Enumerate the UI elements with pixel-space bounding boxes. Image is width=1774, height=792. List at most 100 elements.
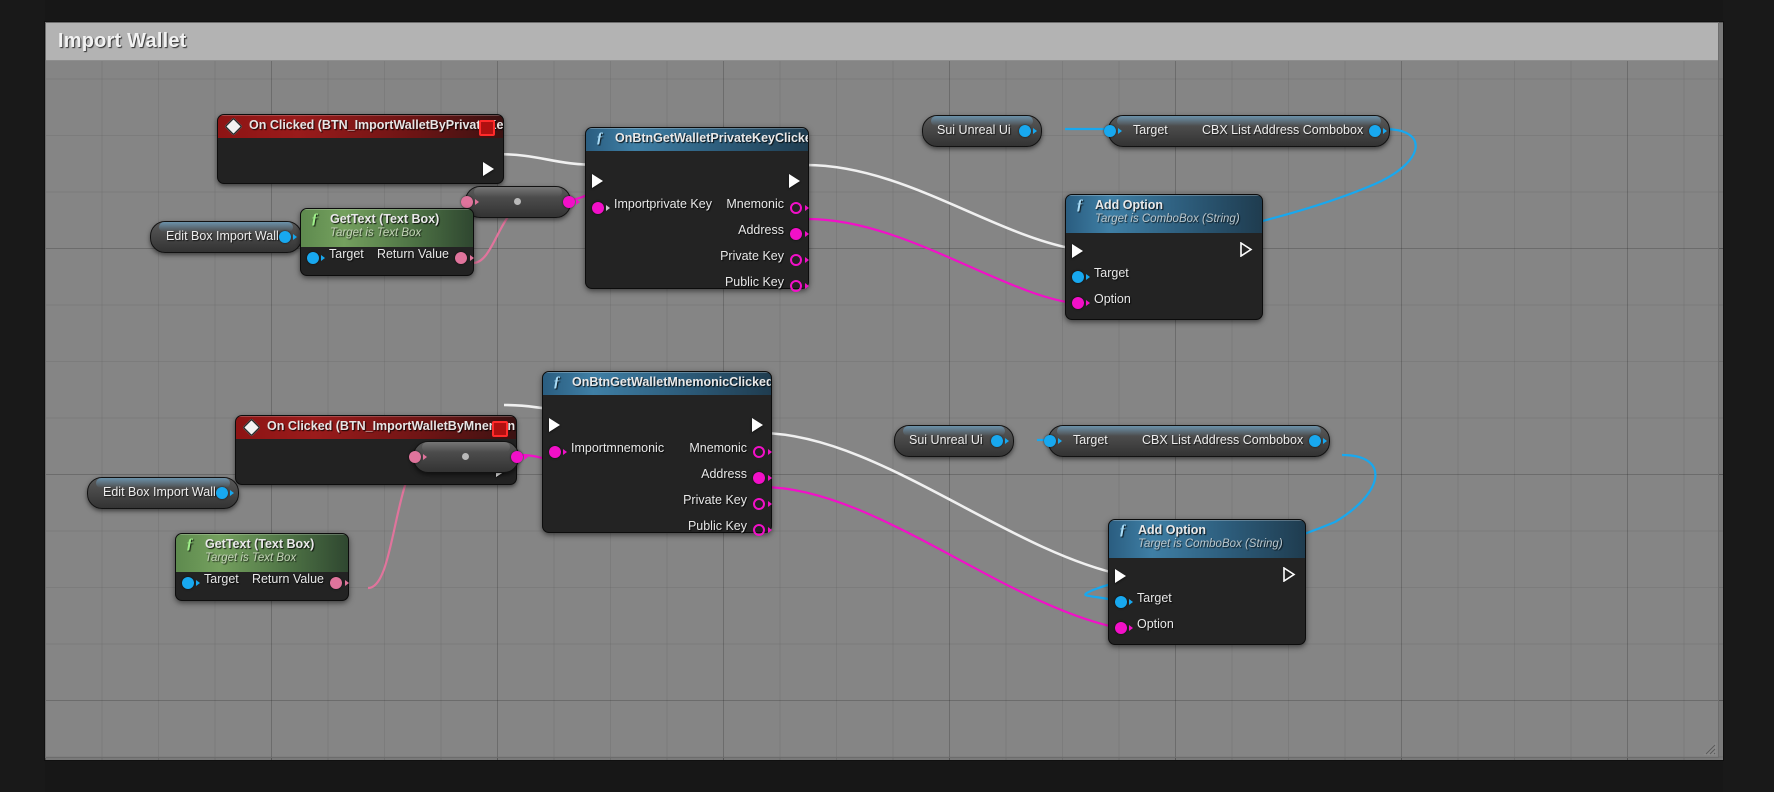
variable-node-edit-box-import-wallet-bottom[interactable]: Edit Box Import Wallet [87, 477, 239, 509]
conversion-input-pin[interactable] [461, 196, 473, 208]
output-pin-public-key[interactable] [790, 280, 802, 292]
output-pin-return-value[interactable] [330, 577, 342, 589]
output-pin-address[interactable] [753, 472, 765, 484]
variable-output-pin[interactable] [1369, 125, 1381, 137]
variable-output-pin[interactable] [991, 435, 1003, 447]
conversion-glyph-icon [514, 198, 521, 205]
variable-node-cbx-list-address-combobox-bottom[interactable]: Target CBX List Address Combobox [1044, 425, 1330, 457]
output-pin-return-value[interactable] [455, 252, 467, 264]
pin-arrow-icon [1118, 128, 1122, 134]
pure-function-node-header[interactable]: ƒ GetText (Text Box) Target is Text Box [176, 534, 348, 572]
function-icon: ƒ [311, 211, 319, 227]
output-pin-label-return-value: Return Value [251, 572, 324, 586]
comment-box-title-bar[interactable] [46, 23, 1718, 61]
pure-function-node-header[interactable]: ƒ GetText (Text Box) Target is Text Box [301, 209, 473, 247]
pin-arrow-icon [768, 527, 772, 533]
function-node-on-btn-get-wallet-private-key-clicked[interactable]: ƒ OnBtnGetWalletPrivateKeyClicked Import… [585, 127, 809, 292]
output-pin-public-key[interactable] [753, 524, 765, 536]
input-pin-target[interactable] [307, 252, 319, 264]
variable-node-label: Sui Unreal Ui [909, 433, 983, 447]
function-node-header[interactable]: ƒ Add Option Target is ComboBox (String) [1109, 520, 1305, 558]
function-icon: ƒ [186, 536, 194, 552]
input-pin-option[interactable] [1072, 297, 1084, 309]
text-to-string-conversion-node-bottom[interactable] [409, 441, 528, 473]
function-node-header[interactable]: ƒ OnBtnGetWalletPrivateKeyClicked [586, 128, 808, 151]
pure-function-node-gettext-bottom[interactable]: ƒ GetText (Text Box) Target is Text Box … [175, 533, 349, 601]
exec-output-pin[interactable] [752, 418, 763, 432]
exec-input-pin[interactable] [549, 418, 560, 432]
event-diamond-icon [224, 117, 243, 136]
pin-arrow-icon [1383, 128, 1387, 134]
exec-input-pin[interactable] [592, 174, 603, 188]
variable-output-pin[interactable] [279, 231, 291, 243]
pin-arrow-icon [1086, 274, 1090, 280]
event-node-header[interactable]: On Clicked (BTN_ImportWalletByMnemonic) [236, 416, 516, 439]
input-pin-target[interactable] [1072, 271, 1084, 283]
function-node-title: Add Option [1095, 198, 1164, 212]
function-node-add-option-bottom[interactable]: ƒ Add Option Target is ComboBox (String)… [1108, 519, 1306, 645]
event-node-on-clicked-private-key[interactable]: On Clicked (BTN_ImportWalletByPrivateKey… [217, 114, 504, 184]
pin-arrow-icon [805, 257, 809, 263]
target-pin-label: Target [1073, 433, 1108, 447]
function-node-header[interactable]: ƒ OnBtnGetWalletMnemonicClicked [543, 372, 771, 395]
pin-arrow-icon [1129, 599, 1133, 605]
function-node-header[interactable]: ƒ Add Option Target is ComboBox (String) [1066, 195, 1262, 233]
input-pin-importprivate-key[interactable] [592, 202, 604, 214]
pin-arrow-icon [423, 454, 427, 460]
text-to-string-conversion-node-top[interactable] [461, 186, 580, 218]
exec-input-pin[interactable] [1115, 569, 1126, 583]
variable-node-cbx-list-address-combobox-top[interactable]: Target CBX List Address Combobox [1104, 115, 1390, 147]
pin-arrow-icon [230, 490, 234, 496]
blueprint-graph-canvas[interactable]: Import Wallet On Clicked (BTN_ImportWall… [45, 22, 1723, 760]
input-pin-option[interactable] [1115, 622, 1127, 634]
input-pin-target[interactable] [1115, 596, 1127, 608]
pin-arrow-icon [1033, 128, 1037, 134]
function-node-subtitle: Target is ComboBox (String) [1138, 538, 1283, 550]
pin-arrow-icon [1086, 300, 1090, 306]
conversion-input-pin[interactable] [409, 451, 421, 463]
target-input-pin[interactable] [1044, 435, 1056, 447]
conversion-glyph-icon [462, 453, 469, 460]
variable-output-pin[interactable] [1019, 125, 1031, 137]
event-node-body [218, 138, 503, 183]
input-pin-importmnemonic[interactable] [549, 446, 561, 458]
variable-output-pin[interactable] [216, 487, 228, 499]
variable-output-pin[interactable] [1309, 435, 1321, 447]
output-pin-address[interactable] [790, 228, 802, 240]
output-pin-mnemonic[interactable] [753, 446, 765, 458]
exec-output-pin[interactable] [1240, 242, 1253, 257]
output-pin-label-mnemonic: Mnemonic [689, 441, 747, 455]
exec-output-pin[interactable] [483, 162, 494, 176]
variable-node-label: Edit Box Import Wallet [166, 229, 290, 243]
function-node-add-option-top[interactable]: ƒ Add Option Target is ComboBox (String)… [1065, 194, 1263, 320]
conversion-output-pin[interactable] [511, 451, 523, 463]
blueprint-editor-window: Import Wallet On Clicked (BTN_ImportWall… [0, 0, 1774, 792]
output-pin-mnemonic[interactable] [790, 202, 802, 214]
variable-node-sui-unreal-ui-bottom[interactable]: Sui Unreal Ui [894, 425, 1014, 457]
exec-output-pin[interactable] [789, 174, 800, 188]
exec-output-pin[interactable] [1283, 567, 1296, 582]
right-gutter [1723, 0, 1774, 792]
variable-node-edit-box-import-wallet-top[interactable]: Edit Box Import Wallet [150, 221, 302, 253]
pin-arrow-icon [196, 580, 200, 586]
pin-arrow-icon [805, 205, 809, 211]
breakpoint-icon[interactable] [492, 421, 508, 437]
conversion-output-pin[interactable] [563, 196, 575, 208]
breakpoint-icon[interactable] [479, 120, 495, 136]
input-pin-label-target: Target [204, 572, 239, 586]
output-pin-private-key[interactable] [753, 498, 765, 510]
exec-input-pin[interactable] [1072, 244, 1083, 258]
pin-arrow-icon [805, 283, 809, 289]
output-pin-label-private-key: Private Key [683, 493, 747, 507]
pin-arrow-icon [345, 580, 349, 586]
pure-function-node-gettext-top[interactable]: ƒ GetText (Text Box) Target is Text Box … [300, 208, 474, 276]
target-input-pin[interactable] [1104, 125, 1116, 137]
output-pin-private-key[interactable] [790, 254, 802, 266]
variable-node-sui-unreal-ui-top[interactable]: Sui Unreal Ui [922, 115, 1042, 147]
output-pin-label-private-key: Private Key [720, 249, 784, 263]
input-pin-target[interactable] [182, 577, 194, 589]
event-node-header[interactable]: On Clicked (BTN_ImportWalletByPrivateKey… [218, 115, 503, 138]
input-pin-label-option: Option [1094, 292, 1131, 306]
function-node-on-btn-get-wallet-mnemonic-clicked[interactable]: ƒ OnBtnGetWalletMnemonicClicked Importmn… [542, 371, 772, 536]
resize-handle-icon[interactable] [1703, 742, 1716, 755]
